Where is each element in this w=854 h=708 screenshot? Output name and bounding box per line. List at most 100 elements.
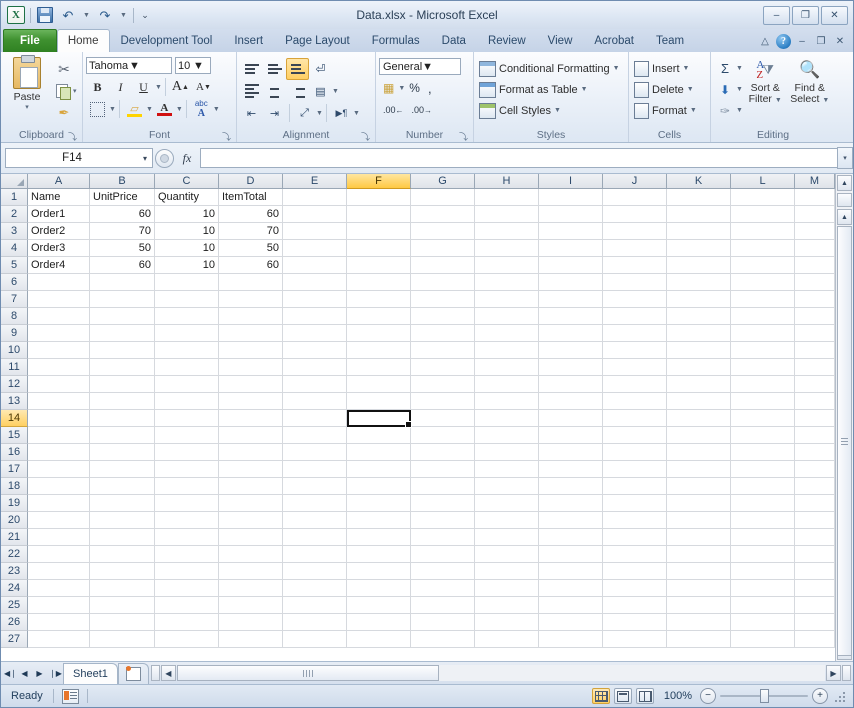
row-header-19[interactable]: 19	[1, 495, 28, 512]
cell-D17[interactable]	[219, 461, 283, 478]
cell-G14[interactable]	[411, 410, 475, 427]
borders-chevron-down-icon[interactable]: ▼	[109, 106, 116, 113]
cell-A4[interactable]: Order3	[28, 240, 90, 257]
cell-I4[interactable]	[539, 240, 603, 257]
cell-F23[interactable]	[347, 563, 411, 580]
cell-M5[interactable]	[795, 257, 835, 274]
row-header-10[interactable]: 10	[1, 342, 28, 359]
column-header-E[interactable]: E	[283, 174, 347, 189]
cell-J8[interactable]	[603, 308, 667, 325]
zoom-slider-thumb[interactable]	[760, 689, 769, 703]
cell-M27[interactable]	[795, 631, 835, 648]
cell-G25[interactable]	[411, 597, 475, 614]
column-header-A[interactable]: A	[28, 174, 90, 189]
cell-D27[interactable]	[219, 631, 283, 648]
cell-M25[interactable]	[795, 597, 835, 614]
cell-E23[interactable]	[283, 563, 347, 580]
cell-L13[interactable]	[731, 393, 795, 410]
cell-F26[interactable]	[347, 614, 411, 631]
cell-M26[interactable]	[795, 614, 835, 631]
horizontal-scrollbar[interactable]: ◀ ▶	[149, 662, 853, 684]
paste-chevron-down-icon[interactable]: ▾	[25, 103, 29, 111]
borders-button[interactable]	[86, 98, 109, 120]
cell-D13[interactable]	[219, 393, 283, 410]
align-left-button[interactable]	[240, 80, 263, 102]
cell-F16[interactable]	[347, 444, 411, 461]
cell-J1[interactable]	[603, 189, 667, 206]
align-center-button[interactable]	[263, 80, 286, 102]
excel-logo-icon[interactable]: X	[5, 4, 27, 26]
row-header-18[interactable]: 18	[1, 478, 28, 495]
cell-H21[interactable]	[475, 529, 539, 546]
cell-D23[interactable]	[219, 563, 283, 580]
cell-F17[interactable]	[347, 461, 411, 478]
cell-J9[interactable]	[603, 325, 667, 342]
cell-I8[interactable]	[539, 308, 603, 325]
cell-J15[interactable]	[603, 427, 667, 444]
cell-A22[interactable]	[28, 546, 90, 563]
cell-H16[interactable]	[475, 444, 539, 461]
cell-B1[interactable]: UnitPrice	[90, 189, 155, 206]
cell-I24[interactable]	[539, 580, 603, 597]
cell-H26[interactable]	[475, 614, 539, 631]
cell-K25[interactable]	[667, 597, 731, 614]
cell-G24[interactable]	[411, 580, 475, 597]
row-header-6[interactable]: 6	[1, 274, 28, 291]
formula-input[interactable]	[200, 148, 837, 168]
expand-formula-bar-button[interactable]: ▾	[837, 147, 853, 169]
font-size-combo[interactable]: 10 ▼	[175, 57, 211, 74]
cell-A11[interactable]	[28, 359, 90, 376]
row-header-7[interactable]: 7	[1, 291, 28, 308]
orientation-button[interactable]: ⤢	[293, 102, 316, 124]
cell-F24[interactable]	[347, 580, 411, 597]
cell-I21[interactable]	[539, 529, 603, 546]
cell-I15[interactable]	[539, 427, 603, 444]
cell-E14[interactable]	[283, 410, 347, 427]
bold-button[interactable]: B	[86, 76, 109, 98]
cell-C17[interactable]	[155, 461, 219, 478]
cell-I17[interactable]	[539, 461, 603, 478]
cell-A7[interactable]	[28, 291, 90, 308]
cell-J16[interactable]	[603, 444, 667, 461]
cell-M18[interactable]	[795, 478, 835, 495]
cell-J7[interactable]	[603, 291, 667, 308]
cell-K15[interactable]	[667, 427, 731, 444]
horizontal-scroll-thumb[interactable]	[176, 665, 439, 681]
cell-D7[interactable]	[219, 291, 283, 308]
cell-K6[interactable]	[667, 274, 731, 291]
autosum-button[interactable]: Σ	[714, 59, 736, 78]
cell-B7[interactable]	[90, 291, 155, 308]
cell-L21[interactable]	[731, 529, 795, 546]
cell-I22[interactable]	[539, 546, 603, 563]
row-header-24[interactable]: 24	[1, 580, 28, 597]
cell-B10[interactable]	[90, 342, 155, 359]
cell-E17[interactable]	[283, 461, 347, 478]
clear-button[interactable]: ✑	[714, 101, 736, 120]
cell-M21[interactable]	[795, 529, 835, 546]
doc-restore-button[interactable]: ❐	[813, 36, 829, 47]
next-sheet-button[interactable]: ▶	[34, 669, 45, 678]
cell-E5[interactable]	[283, 257, 347, 274]
cell-L7[interactable]	[731, 291, 795, 308]
chevron-down-icon[interactable]: ▼	[554, 107, 561, 114]
row-header-4[interactable]: 4	[1, 240, 28, 257]
cell-E2[interactable]	[283, 206, 347, 223]
grow-font-button[interactable]: A ▲	[169, 76, 192, 98]
cell-M11[interactable]	[795, 359, 835, 376]
format-cells-button[interactable]: Format ▼	[632, 100, 707, 121]
cell-D24[interactable]	[219, 580, 283, 597]
cell-M6[interactable]	[795, 274, 835, 291]
cell-F15[interactable]	[347, 427, 411, 444]
cell-D16[interactable]	[219, 444, 283, 461]
chevron-down-icon[interactable]: ▼	[129, 60, 169, 72]
tab-formulas[interactable]: Formulas	[361, 30, 431, 52]
cell-B23[interactable]	[90, 563, 155, 580]
cut-button[interactable]: ✂	[50, 58, 78, 80]
cell-C13[interactable]	[155, 393, 219, 410]
close-button[interactable]: ✕	[821, 5, 848, 25]
cell-A24[interactable]	[28, 580, 90, 597]
cell-B5[interactable]: 60	[90, 257, 155, 274]
cell-A9[interactable]	[28, 325, 90, 342]
cell-F8[interactable]	[347, 308, 411, 325]
cell-E9[interactable]	[283, 325, 347, 342]
